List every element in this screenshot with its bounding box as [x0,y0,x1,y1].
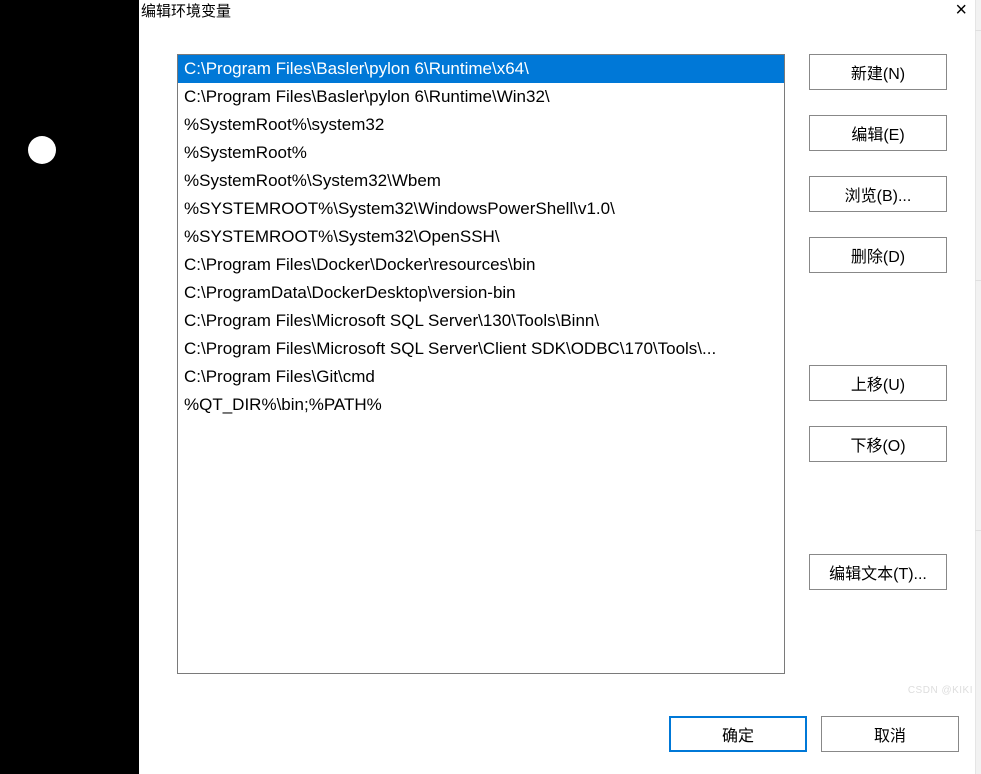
right-edge-panel [975,0,981,774]
button-group-gap [809,487,947,529]
move-up-button[interactable]: 上移(U) [809,365,947,401]
edit-text-button[interactable]: 编辑文本(T)... [809,554,947,590]
path-row[interactable]: C:\Program Files\Microsoft SQL Server\Cl… [178,335,784,363]
path-row[interactable]: %SYSTEMROOT%\System32\WindowsPowerShell\… [178,195,784,223]
path-row[interactable]: C:\Program Files\Basler\pylon 6\Runtime\… [178,83,784,111]
watermark-text: CSDN @KIKI [908,685,973,696]
move-down-button[interactable]: 下移(O) [809,426,947,462]
dialog-titlebar: 编辑环境变量 × [139,0,981,26]
path-row[interactable]: %SystemRoot% [178,139,784,167]
path-row[interactable]: %SYSTEMROOT%\System32\OpenSSH\ [178,223,784,251]
path-row[interactable]: C:\ProgramData\DockerDesktop\version-bin [178,279,784,307]
path-row[interactable]: C:\Program Files\Docker\Docker\resources… [178,251,784,279]
button-group-gap [809,298,947,340]
side-button-column: 新建(N) 编辑(E) 浏览(B)... 删除(D) 上移(U) 下移(O) 编… [809,54,947,694]
path-row[interactable]: C:\Program Files\Basler\pylon 6\Runtime\… [178,55,784,83]
path-row[interactable]: %SystemRoot%\system32 [178,111,784,139]
white-circle-indicator [28,136,56,164]
path-row[interactable]: C:\Program Files\Microsoft SQL Server\13… [178,307,784,335]
dialog-title: 编辑环境变量 [141,0,231,21]
new-button[interactable]: 新建(N) [809,54,947,90]
cancel-button[interactable]: 取消 [821,716,959,752]
path-row[interactable]: %QT_DIR%\bin;%PATH% [178,391,784,419]
delete-button[interactable]: 删除(D) [809,237,947,273]
path-row[interactable]: C:\Program Files\Git\cmd [178,363,784,391]
dialog-body: C:\Program Files\Basler\pylon 6\Runtime\… [139,26,981,694]
path-listbox[interactable]: C:\Program Files\Basler\pylon 6\Runtime\… [177,54,785,674]
edit-button[interactable]: 编辑(E) [809,115,947,151]
path-row[interactable]: %SystemRoot%\System32\Wbem [178,167,784,195]
edit-env-var-dialog: 编辑环境变量 × C:\Program Files\Basler\pylon 6… [139,0,981,774]
close-icon[interactable]: × [955,0,973,20]
left-black-panel [0,0,139,774]
dialog-footer: 确定 取消 [139,694,981,774]
browse-button[interactable]: 浏览(B)... [809,176,947,212]
ok-button[interactable]: 确定 [669,716,807,752]
